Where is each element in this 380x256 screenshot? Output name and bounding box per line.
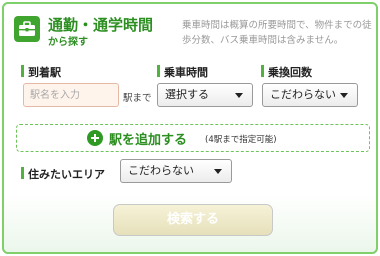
transfers-selected-value: こだわらない bbox=[270, 88, 336, 101]
ride-time-select[interactable]: 選択する bbox=[157, 83, 253, 107]
ride-time-label: 乗車時間 bbox=[157, 64, 208, 80]
residence-area-selected-value: こだわらない bbox=[128, 164, 194, 177]
residence-area-label: 住みたいエリア bbox=[21, 166, 105, 182]
page-subtitle: から探す bbox=[48, 37, 88, 48]
header-note: 乗車時間は概算の所要時間で、物件までの徒歩分数、バス乗車時間は含みません。 bbox=[182, 20, 372, 46]
add-station-label: 駅を追加する bbox=[109, 133, 188, 148]
commute-search-panel: 通勤・通学時間 から探す 乗車時間は概算の所要時間で、物件までの徒歩分数、バス乗… bbox=[2, 2, 378, 254]
arrival-station-suffix: 駅まで bbox=[123, 93, 152, 104]
chevron-down-icon bbox=[214, 169, 222, 174]
add-station-button[interactable]: 駅を追加する (4駅まで指定可能) bbox=[16, 124, 370, 152]
search-button[interactable]: 検索する bbox=[113, 204, 273, 236]
add-station-note: (4駅まで指定可能) bbox=[205, 135, 277, 145]
chevron-down-icon bbox=[235, 93, 243, 98]
residence-area-select[interactable]: こだわらない bbox=[120, 159, 232, 183]
ride-time-selected-value: 選択する bbox=[165, 88, 209, 101]
transfers-select[interactable]: こだわらない bbox=[262, 83, 358, 107]
briefcase-icon bbox=[14, 16, 40, 42]
page-title: 通勤・通学時間 bbox=[48, 16, 154, 34]
transfers-label: 乗換回数 bbox=[261, 64, 312, 80]
arrival-station-label: 到着駅 bbox=[21, 64, 61, 80]
plus-circle-icon bbox=[87, 130, 103, 146]
arrival-station-input[interactable] bbox=[23, 83, 119, 107]
chevron-down-icon bbox=[340, 93, 348, 98]
